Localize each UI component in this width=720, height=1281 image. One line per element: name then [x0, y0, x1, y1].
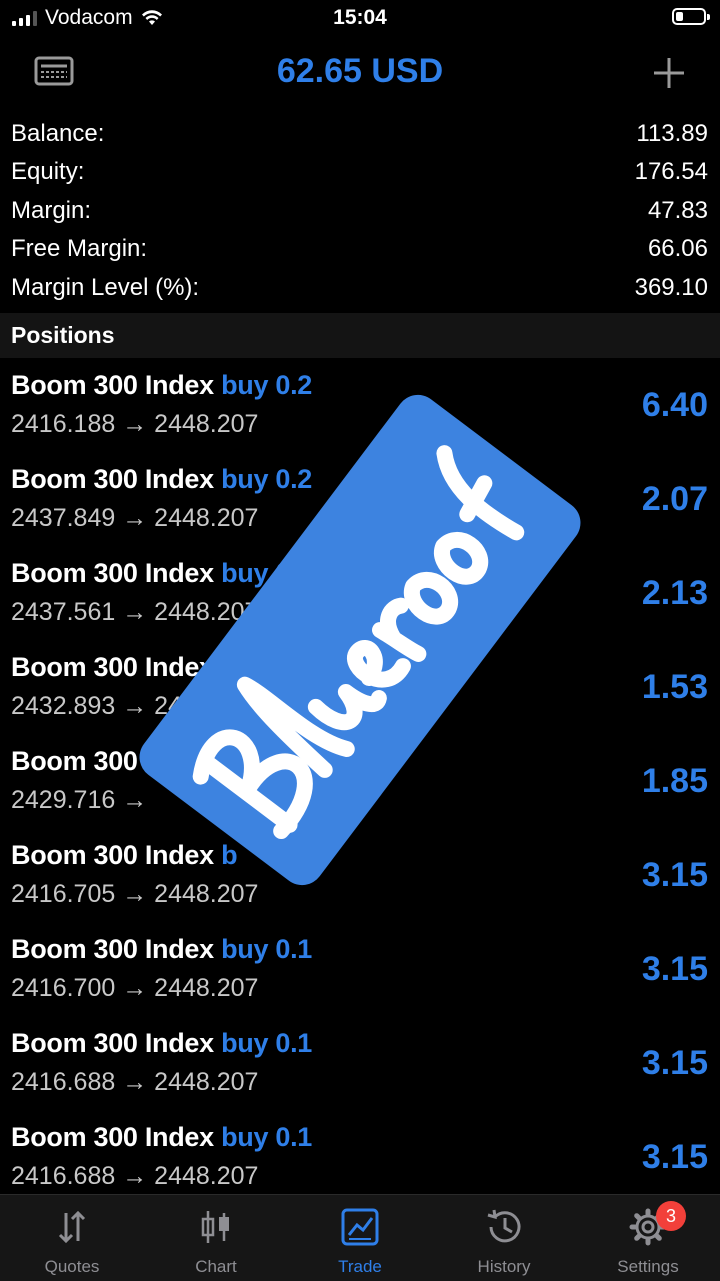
tab-label: Trade: [338, 1257, 382, 1276]
summary-value: 176.54: [634, 158, 708, 186]
tab-trade[interactable]: Trade: [288, 1195, 432, 1281]
trade-header: 62.65 USD: [0, 42, 720, 104]
position-prices: 2437.561 → 2448.207: [11, 598, 259, 626]
position-title: Boom 300 Index b: [11, 840, 238, 871]
position-symbol: Boom 300 Index: [11, 934, 214, 964]
position-symbol: Boom 300 Index: [11, 464, 214, 494]
summary-row-free-margin: Free Margin: 66.06: [0, 231, 720, 269]
summary-row-margin: Margin: 47.83: [0, 193, 720, 231]
position-symbol: Boom 300 Index: [11, 1028, 214, 1058]
position-profit: 1.53: [641, 668, 708, 706]
tab-chart[interactable]: Chart: [144, 1195, 288, 1281]
summary-label: Margin:: [11, 196, 92, 224]
section-title: Positions: [11, 322, 115, 348]
position-prices: 2416.688 → 2448.207: [11, 1068, 259, 1096]
position-symbol: Boom 300 Index: [11, 840, 214, 870]
position-type: buy 0.1: [221, 1122, 313, 1152]
position-type: buy 0.2: [221, 370, 313, 400]
position-title: Boom 300 Index buy 0.1: [11, 1028, 312, 1059]
position-type: buy 0.2: [221, 464, 313, 494]
bottom-tab-bar: Quotes Chart Trade History 3 Settings: [0, 1194, 720, 1281]
position-profit: 2.13: [641, 574, 708, 612]
plus-icon[interactable]: [652, 56, 686, 90]
position-prices: 2416.705 → 2448.207: [11, 880, 259, 908]
summary-value: 113.89: [636, 120, 708, 147]
position-row[interactable]: Boom 300 Index b 2416.705 → 2448.207 3.1…: [0, 832, 720, 926]
position-title: Boom 300 Index buy 0.1: [11, 934, 312, 965]
notification-badge: 3: [656, 1201, 686, 1231]
quotes-arrows-icon: [58, 1210, 86, 1244]
battery-level: [676, 12, 683, 21]
position-title: Boom 300 Index buy 0.2: [11, 370, 312, 401]
position-symbol: Boom 300 Index: [11, 652, 214, 682]
tab-label: History: [477, 1257, 531, 1276]
position-type: buy 0.1: [221, 934, 313, 964]
position-title: Boom 300 Index buy 0.1: [11, 1122, 312, 1153]
summary-value: 369.10: [634, 273, 708, 301]
position-prices: 2416.700 → 2448.207: [11, 974, 259, 1002]
position-row[interactable]: Boom 300 Index buy 0.2 2416.188 → 2448.2…: [0, 362, 720, 456]
tab-label: Settings: [617, 1257, 679, 1276]
summary-row-margin-level: Margin Level (%): 369.10: [0, 270, 720, 308]
tab-settings[interactable]: 3 Settings: [576, 1195, 720, 1281]
position-prices: 2416.188 → 2448.207: [11, 410, 259, 438]
position-symbol: Boom 300 Index: [11, 370, 214, 400]
summary-label: Free Margin:: [11, 235, 148, 263]
tab-label: Chart: [195, 1257, 237, 1276]
position-title: Boom 300 Index buy 0.2: [11, 464, 312, 495]
position-prices: 2437.849 → 2448.207: [11, 504, 259, 532]
summary-label: Balance:: [11, 120, 105, 147]
history-clock-icon: [487, 1209, 521, 1243]
position-profit: 3.15: [641, 950, 708, 988]
position-row[interactable]: Boom 300 Index buy 0.1 2416.688 → 2448.2…: [0, 1020, 720, 1114]
account-summary: Balance: 113.89 Equity: 176.54 Margin: 4…: [0, 116, 720, 308]
summary-value: 66.06: [647, 235, 708, 263]
position-symbol: Boom 300 Index: [11, 1122, 214, 1152]
position-type: b: [221, 840, 238, 870]
tab-history[interactable]: History: [432, 1195, 576, 1281]
position-profit: 6.40: [641, 386, 708, 424]
position-type: buy 0.1: [221, 1028, 313, 1058]
position-profit: 2.07: [641, 480, 708, 518]
position-prices: 2416.688 → 2448.207: [11, 1162, 259, 1190]
summary-row-balance: Balance: 113.89: [0, 116, 720, 154]
position-profit: 3.15: [641, 1044, 708, 1082]
summary-value: 47.83: [647, 196, 708, 224]
summary-label: Margin Level (%):: [11, 273, 200, 301]
account-profit-title: 62.65 USD: [276, 52, 444, 90]
summary-label: Equity:: [11, 158, 85, 186]
status-bar: Vodacom 15:04: [0, 0, 720, 38]
positions-section-header: Positions: [0, 313, 720, 358]
position-symbol: Boom 300 Index: [11, 558, 214, 588]
position-prices: 2429.716 →: [11, 786, 148, 814]
tab-label: Quotes: [44, 1257, 100, 1276]
position-row[interactable]: Boom 300 Index buy 0.1 2416.700 → 2448.2…: [0, 926, 720, 1020]
position-profit: 3.15: [641, 856, 708, 894]
tab-quotes[interactable]: Quotes: [0, 1195, 144, 1281]
candlestick-icon: [201, 1211, 229, 1243]
trade-chart-icon: [341, 1208, 379, 1246]
battery-icon: [672, 8, 710, 25]
position-profit: 1.85: [641, 762, 708, 800]
position-profit: 3.15: [641, 1138, 708, 1176]
status-time: 15:04: [333, 6, 387, 29]
summary-row-equity: Equity: 176.54: [0, 154, 720, 192]
